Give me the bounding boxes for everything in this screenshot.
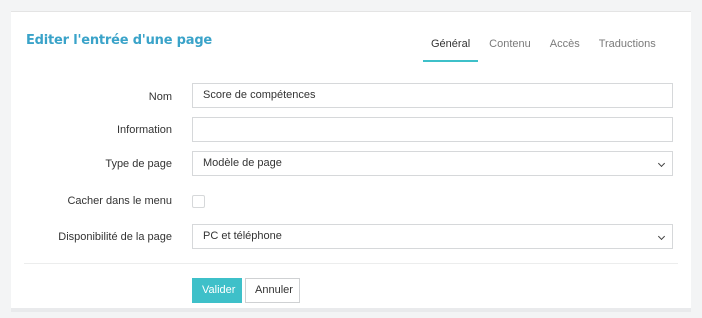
page-title: Editer l'entrée d'une page — [26, 33, 213, 48]
nom-input[interactable]: Score de compétences — [192, 83, 673, 108]
nom-label: Nom — [148, 91, 172, 103]
panel-bottom-border — [11, 308, 691, 312]
form-divider — [24, 263, 678, 264]
type-de-page-select[interactable]: Modèle de page — [192, 151, 673, 176]
disponibilite-select[interactable]: PC et téléphone — [192, 224, 673, 249]
disponibilite-label: Disponibilité de la page — [58, 231, 172, 243]
tab-contenu[interactable]: Contenu — [489, 38, 531, 62]
tab-traductions[interactable]: Traductions — [599, 38, 656, 62]
tab-bar: Général Contenu Accès Traductions — [422, 38, 675, 62]
type-de-page-label: Type de page — [105, 158, 172, 170]
valider-button[interactable]: Valider — [192, 278, 242, 303]
cacher-menu-label: Cacher dans le menu — [67, 195, 172, 207]
information-input[interactable] — [192, 117, 673, 142]
annuler-button[interactable]: Annuler — [245, 278, 300, 303]
cacher-menu-checkbox[interactable] — [192, 195, 205, 208]
tab-acces[interactable]: Accès — [550, 38, 580, 62]
edit-page-panel: Editer l'entrée d'une page Général Conte… — [11, 11, 691, 312]
tab-general[interactable]: Général — [422, 38, 479, 62]
information-label: Information — [116, 124, 172, 136]
